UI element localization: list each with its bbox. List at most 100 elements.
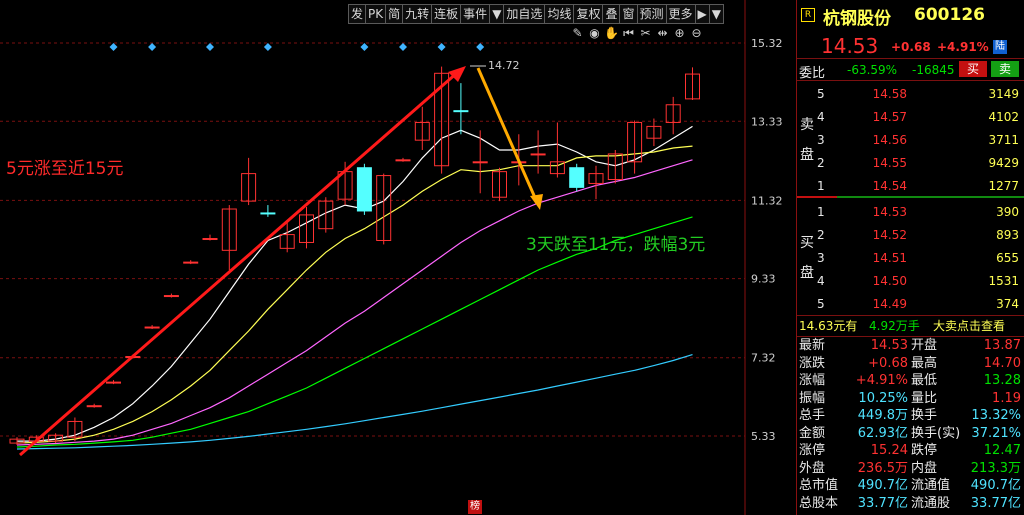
bid-level-row[interactable]: 3 14.51 655 [797, 250, 1024, 266]
scissors-icon[interactable]: ✂ [638, 26, 653, 41]
y-tick-label: 11.32 [751, 194, 783, 207]
level-price: 14.56 [872, 133, 907, 147]
toolbar-item[interactable]: 叠 [603, 4, 621, 24]
stat-value: 213.3万 [970, 460, 1021, 476]
buy-button[interactable]: 买 [959, 61, 987, 77]
weibi-label: 委比 [799, 66, 826, 81]
candle-body[interactable] [86, 405, 102, 408]
candle-body[interactable] [163, 295, 179, 298]
level-price: 14.57 [872, 110, 907, 124]
candle-body[interactable] [472, 161, 488, 164]
stat-value: 13.28 [983, 373, 1021, 388]
stat-value: 14.70 [983, 355, 1021, 371]
rewind-icon[interactable]: ⏮ [621, 26, 636, 41]
ask-level-row[interactable]: 2 14.55 9429 [797, 155, 1024, 171]
level-number: 5 [817, 297, 825, 311]
toolbar-item[interactable]: ▼ [709, 4, 724, 24]
toolbar-item[interactable]: 简 [386, 4, 404, 24]
toolbar-item[interactable]: ▶ [695, 4, 710, 24]
stat-label: 最新 [799, 338, 826, 353]
signal-diamond-icon [109, 43, 118, 51]
signal-diamond-icon [437, 43, 446, 51]
candle-body[interactable] [183, 261, 199, 264]
toolbar-item[interactable]: 均线 [545, 4, 575, 24]
level-volume: 1277 [988, 179, 1019, 193]
candle-body[interactable] [260, 212, 276, 215]
zoom-in-icon[interactable]: ⊕ [672, 26, 687, 41]
y-tick-label: 9.33 [751, 273, 776, 286]
candle-body[interactable] [395, 159, 411, 162]
weibi-pct: -63.59% [847, 63, 898, 77]
stats-row: 外盘 236.5万 内盘 213.3万 [797, 461, 1024, 477]
zoom-out-icon[interactable]: ⊖ [689, 26, 704, 41]
bigorder-link[interactable]: 大卖点击查看 [933, 317, 1005, 335]
stat-label: 内盘 [911, 460, 938, 476]
bid-level-row[interactable]: 4 14.50 1531 [797, 273, 1024, 289]
ranking-badge[interactable]: 榜 [468, 500, 482, 514]
ask-level-row[interactable]: 1 14.54 1277 [797, 178, 1024, 194]
stat-value: +0.68 [868, 355, 908, 371]
level-number: 5 [817, 87, 825, 101]
stat-label: 总市值 [799, 478, 839, 493]
signal-diamond-icon [263, 43, 272, 51]
bigorder-row[interactable]: 14.63元有 4.92万手 大卖点击查看 [797, 317, 1024, 335]
stats-row: 涨停 15.24 跌停 12.47 [797, 443, 1024, 459]
candle-body[interactable] [569, 167, 585, 188]
level-price: 14.58 [872, 87, 907, 101]
stat-value: 236.5万 [857, 460, 908, 476]
y-tick-label: 5.33 [751, 430, 776, 443]
stat-label: 振幅 [799, 390, 826, 406]
toolbar-item[interactable]: 加自选 [504, 4, 546, 24]
bid-level-row[interactable]: 1 14.53 390 [797, 204, 1024, 220]
toolbar-item[interactable]: 预测 [637, 4, 667, 24]
sell-button[interactable]: 卖 [991, 61, 1019, 77]
stat-value: 62.93亿 [857, 425, 908, 441]
candle-body[interactable] [530, 153, 546, 156]
kline-chart[interactable]: 15.32 13.33 11.32 9.33 7.32 5.33 [0, 0, 795, 515]
signal-diamond-icon [399, 43, 407, 51]
stat-label: 涨停 [799, 443, 826, 458]
chart-tool-icons: ✎ ◉ ✋ ⏮ ✂ ⇹ ⊕ ⊖ [570, 26, 704, 41]
toolbar-item[interactable]: 发 [348, 4, 367, 24]
toolbar-item[interactable]: PK [366, 4, 387, 24]
connect-tag: 陆 [993, 40, 1007, 54]
stat-value: 33.77亿 [857, 495, 908, 511]
hand-icon[interactable]: ✋ [604, 26, 619, 41]
level-volume: 893 [996, 228, 1019, 242]
stat-value: 449.8万 [857, 408, 908, 423]
candle-body[interactable] [202, 238, 218, 241]
stat-value: 490.7亿 [970, 478, 1021, 493]
toolbar-item[interactable]: 复权 [574, 4, 604, 24]
toolbar-item[interactable]: 事件 [461, 4, 491, 24]
stat-label: 流通股 [911, 495, 951, 511]
toolbar-item[interactable]: ▼ [490, 4, 505, 24]
candle-body[interactable] [356, 167, 372, 212]
level-number: 2 [817, 228, 825, 242]
bigorder-price: 14.63元有 [799, 319, 858, 333]
ask-level-row[interactable]: 5 14.58 3149 [797, 86, 1024, 102]
signal-diamond-icon [360, 43, 369, 51]
price-change: +0.68 [891, 40, 931, 54]
toolbar-item[interactable]: 九转 [403, 4, 433, 24]
ask-level-row[interactable]: 3 14.56 3711 [797, 132, 1024, 148]
pen-icon[interactable]: ✎ [570, 26, 585, 41]
ask-level-row[interactable]: 4 14.57 4102 [797, 109, 1024, 125]
toolbar-item[interactable]: 更多 [666, 4, 696, 24]
bid-level-row[interactable]: 5 14.49 374 [797, 296, 1024, 312]
toolbar-item[interactable]: 窗 [620, 4, 638, 24]
annotation-left: 5元涨至近15元 [6, 159, 124, 179]
left-right-icon[interactable]: ⇹ [655, 26, 670, 41]
candle-body[interactable] [106, 381, 121, 384]
kline-chart-area[interactable]: 15.32 13.33 11.32 9.33 7.32 5.33 发 PK 简九转 连板 事件 ▼ 加… [0, 0, 795, 515]
stat-label: 开盘 [911, 338, 938, 353]
eye-icon[interactable]: ◉ [587, 26, 602, 41]
candle-body[interactable] [144, 326, 160, 329]
toolbar-item[interactable]: 连板 [432, 4, 462, 24]
candle-body[interactable] [453, 110, 469, 113]
stat-label: 涨幅 [799, 373, 826, 388]
level-number: 4 [817, 274, 825, 288]
drop-arrow-head [530, 194, 543, 210]
bid-level-row[interactable]: 2 14.52 893 [797, 227, 1024, 243]
stat-value: +4.91% [855, 373, 908, 388]
level-number: 1 [817, 179, 825, 193]
